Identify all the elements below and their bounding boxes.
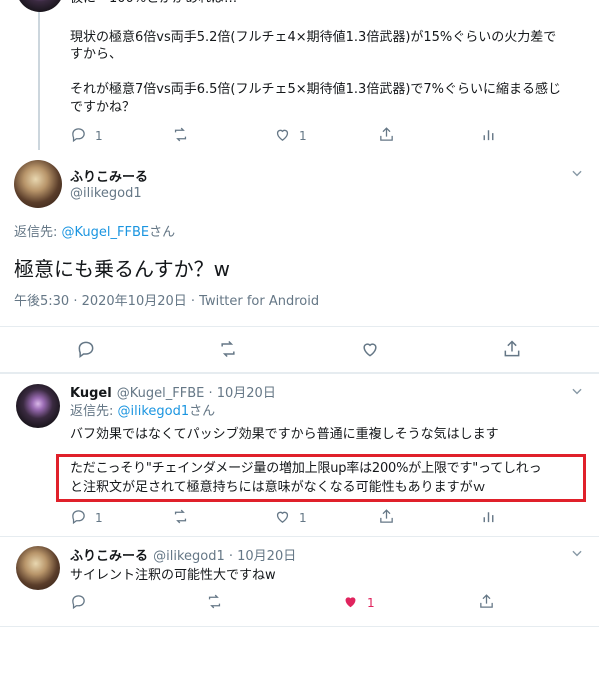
share-button[interactable] bbox=[478, 593, 495, 613]
reply-icon bbox=[70, 593, 87, 613]
divider bbox=[0, 326, 599, 327]
chevron-down-icon[interactable] bbox=[570, 384, 584, 398]
tweet-text-line: ただこっそり"チェインダメージ量の増加上限up率は200%が上限です"ってしれっ bbox=[70, 461, 542, 476]
tweet-text-line: それが極意7倍vs両手6.5倍(フルチェ5×期待値1.3倍武器)で7%ぐらいに縮… bbox=[70, 82, 562, 97]
reply-button[interactable] bbox=[70, 593, 87, 613]
reply-icon bbox=[70, 126, 87, 146]
share-button[interactable] bbox=[502, 339, 522, 362]
tweet-text-line: と注釈文が足されて極意持ちには意味がなくなる可能性もありますがｗ bbox=[70, 480, 486, 495]
user-handle[interactable]: @ilikegod1 bbox=[70, 186, 142, 201]
like-button-liked[interactable]: 1 bbox=[342, 593, 375, 613]
share-icon bbox=[378, 126, 395, 146]
divider bbox=[0, 536, 599, 537]
reply-to-user-link[interactable]: @Kugel_FFBE bbox=[62, 225, 150, 240]
reply-to-prefix: 返信先: bbox=[14, 225, 62, 240]
tweet-text-partial-line: 仮に・100%とかがあれば… bbox=[70, 0, 237, 9]
retweet-icon bbox=[218, 339, 238, 362]
tweet-actions: 1 1 bbox=[70, 126, 520, 146]
tweet-text-line: バフ効果ではなくてパッシブ効果ですから普通に重複しそうな気はします bbox=[70, 427, 499, 442]
like-count: 1 bbox=[299, 511, 307, 525]
reply-to-suffix: さん bbox=[189, 404, 216, 419]
reply-to-prefix: 返信先: bbox=[70, 404, 118, 419]
like-count: 1 bbox=[367, 596, 375, 610]
user-handle-date[interactable]: @ilikegod1 · 10月20日 bbox=[153, 549, 296, 564]
reply-icon bbox=[70, 508, 87, 528]
avatar[interactable] bbox=[16, 384, 60, 428]
retweet-icon bbox=[206, 593, 223, 613]
analytics-icon bbox=[480, 126, 497, 146]
like-button[interactable]: 1 bbox=[274, 508, 307, 528]
retweet-button[interactable] bbox=[172, 126, 189, 146]
share-icon bbox=[378, 508, 395, 528]
avatar bbox=[16, 0, 64, 12]
avatar[interactable] bbox=[16, 546, 60, 590]
retweet-button[interactable] bbox=[172, 508, 189, 528]
like-button[interactable]: 1 bbox=[274, 126, 307, 146]
reply-icon bbox=[76, 339, 96, 362]
divider bbox=[0, 626, 599, 627]
chevron-down-icon[interactable] bbox=[570, 166, 584, 180]
heart-icon bbox=[360, 339, 380, 362]
divider bbox=[0, 372, 599, 374]
reply-to-user-link[interactable]: @ilikegod1 bbox=[118, 404, 190, 419]
tweet-timestamp[interactable]: 午後5:30 · 2020年10月20日 · Twitter for Andro… bbox=[14, 292, 319, 312]
display-name[interactable]: ふりこみーる bbox=[70, 166, 148, 185]
tweet-text-line: すから、 bbox=[70, 47, 123, 62]
chevron-down-icon[interactable] bbox=[570, 546, 584, 560]
tweet-body: サイレント注釈の可能性大ですねw bbox=[70, 568, 276, 583]
tweet-text-line: ですかね？ bbox=[70, 100, 136, 115]
display-name[interactable]: ふりこみーる bbox=[70, 549, 148, 564]
retweet-button[interactable] bbox=[206, 593, 223, 613]
analytics-button[interactable] bbox=[480, 508, 497, 528]
reply-count: 1 bbox=[95, 129, 103, 143]
share-icon bbox=[478, 593, 495, 613]
tweet-actions: 1 bbox=[70, 593, 520, 613]
reply-count: 1 bbox=[95, 511, 103, 525]
analytics-button[interactable] bbox=[480, 126, 497, 146]
heart-filled-icon bbox=[342, 593, 359, 613]
heart-icon bbox=[274, 508, 291, 528]
tweet-body: 極意にも乗るんすか？w bbox=[14, 257, 230, 281]
tweet-actions bbox=[76, 339, 526, 359]
retweet-icon bbox=[172, 126, 189, 146]
avatar[interactable] bbox=[14, 160, 62, 208]
user-handle-date[interactable]: @Kugel_FFBE · 10月20日 bbox=[117, 386, 276, 401]
like-count: 1 bbox=[299, 129, 307, 143]
tweet-actions: 1 1 bbox=[70, 508, 520, 528]
tweet-header: ふりこみーる @ilikegod1 · 10月20日 bbox=[70, 545, 296, 564]
reply-button[interactable] bbox=[76, 339, 96, 362]
heart-icon bbox=[274, 126, 291, 146]
share-button[interactable] bbox=[378, 126, 395, 146]
retweet-button[interactable] bbox=[218, 339, 238, 362]
reply-button[interactable]: 1 bbox=[70, 508, 103, 528]
thread-connector-line bbox=[38, 0, 40, 150]
tweet-text-line: 現状の極意6倍vs両手5.2倍(フルチェ4×期待値1.3倍武器)が15%ぐらいの… bbox=[70, 30, 557, 45]
reply-button[interactable]: 1 bbox=[70, 126, 103, 146]
reply-to-suffix: さん bbox=[149, 225, 176, 240]
reply-to-line: 返信先: @ilikegod1さん bbox=[70, 401, 215, 422]
like-button[interactable] bbox=[360, 339, 380, 362]
share-button[interactable] bbox=[378, 508, 395, 528]
analytics-icon bbox=[480, 508, 497, 528]
share-icon bbox=[502, 339, 522, 362]
display-name[interactable]: Kugel bbox=[70, 386, 112, 401]
reply-to-line: 返信先: @Kugel_FFBEさん bbox=[14, 222, 175, 243]
tweet-header: Kugel @Kugel_FFBE · 10月20日 bbox=[70, 382, 276, 401]
retweet-icon bbox=[172, 508, 189, 528]
